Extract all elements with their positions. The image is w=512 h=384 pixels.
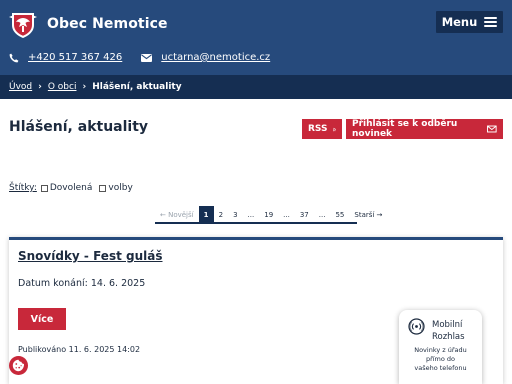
- rss-icon: [332, 127, 336, 131]
- article-date: Datum konání: 14. 6. 2025: [18, 278, 146, 289]
- tag-volby[interactable]: volby: [99, 183, 133, 193]
- hamburger-icon: [484, 17, 498, 27]
- phone-link[interactable]: +420 517 367 426: [28, 52, 122, 63]
- tag-dovolena[interactable]: Dovolená: [40, 183, 93, 193]
- widget-description: Novinky z úřadu přímo do vašeho telefonu: [403, 346, 478, 373]
- email-contact: uctarna@nemotice.cz: [141, 52, 270, 63]
- rss-label: RSS: [308, 124, 328, 134]
- tag-checkbox[interactable]: [40, 184, 48, 192]
- mail-icon: [141, 53, 153, 62]
- contact-bar: +420 517 367 426 uctarna@nemotice.cz: [9, 52, 270, 63]
- breadcrumb-current: Hlášení, aktuality: [92, 82, 182, 92]
- menu-button[interactable]: Menu: [436, 11, 503, 33]
- tag-filter: Štítky: Dovolená volby: [9, 183, 140, 193]
- crest-logo: [9, 13, 37, 38]
- breadcrumb-about[interactable]: O obci: [48, 82, 77, 92]
- rss-button[interactable]: RSS: [302, 119, 342, 139]
- site-brand[interactable]: Obec Nemotice: [9, 9, 168, 39]
- article-title-link[interactable]: Snovídky - Fest guláš: [18, 249, 163, 263]
- envelope-icon: [487, 125, 497, 133]
- tag-label: volby: [108, 183, 133, 193]
- more-button[interactable]: Více: [18, 308, 66, 330]
- widget-title-line: Mobilní: [432, 320, 463, 330]
- pagination-underline: [155, 222, 357, 224]
- radio-broadcast-icon: [408, 318, 425, 335]
- phone-contact: +420 517 367 426: [9, 52, 122, 63]
- menu-label: Menu: [441, 15, 478, 29]
- widget-title-line: Rozhlas: [432, 332, 465, 342]
- cookie-settings-button[interactable]: [9, 356, 28, 375]
- tag-checkbox[interactable]: [99, 184, 107, 192]
- tags-label: Štítky:: [9, 183, 37, 193]
- cookie-icon: [12, 359, 25, 372]
- phone-icon: [9, 53, 19, 62]
- published-timestamp: Publikováno 11. 6. 2025 14:02: [18, 345, 141, 354]
- mobile-radio-widget[interactable]: Mobilní Rozhlas Novinky z úřadu přímo do…: [399, 310, 482, 384]
- tag-label: Dovolená: [49, 183, 93, 193]
- email-link[interactable]: uctarna@nemotice.cz: [161, 52, 270, 63]
- subscribe-label: Přihlásit se k odběru novinek: [352, 119, 458, 139]
- widget-desc-line: Novinky z úřadu: [414, 346, 467, 354]
- breadcrumb-home[interactable]: Úvod: [9, 82, 32, 92]
- page-title: Hlášení, aktuality: [9, 119, 149, 135]
- widget-title: Mobilní Rozhlas: [432, 319, 465, 343]
- subscribe-button[interactable]: Přihlásit se k odběru novinek: [346, 119, 503, 139]
- widget-desc-line: vašeho telefonu: [414, 364, 467, 372]
- chevron-right-icon: ›: [38, 82, 42, 92]
- breadcrumb: Úvod › O obci › Hlášení, aktuality: [0, 75, 512, 99]
- site-header: Obec Nemotice Menu +420 517 367 426 ucta…: [0, 0, 512, 75]
- chevron-right-icon: ›: [82, 82, 87, 92]
- site-name: Obec Nemotice: [47, 16, 168, 32]
- widget-desc-line: přímo do: [425, 355, 456, 363]
